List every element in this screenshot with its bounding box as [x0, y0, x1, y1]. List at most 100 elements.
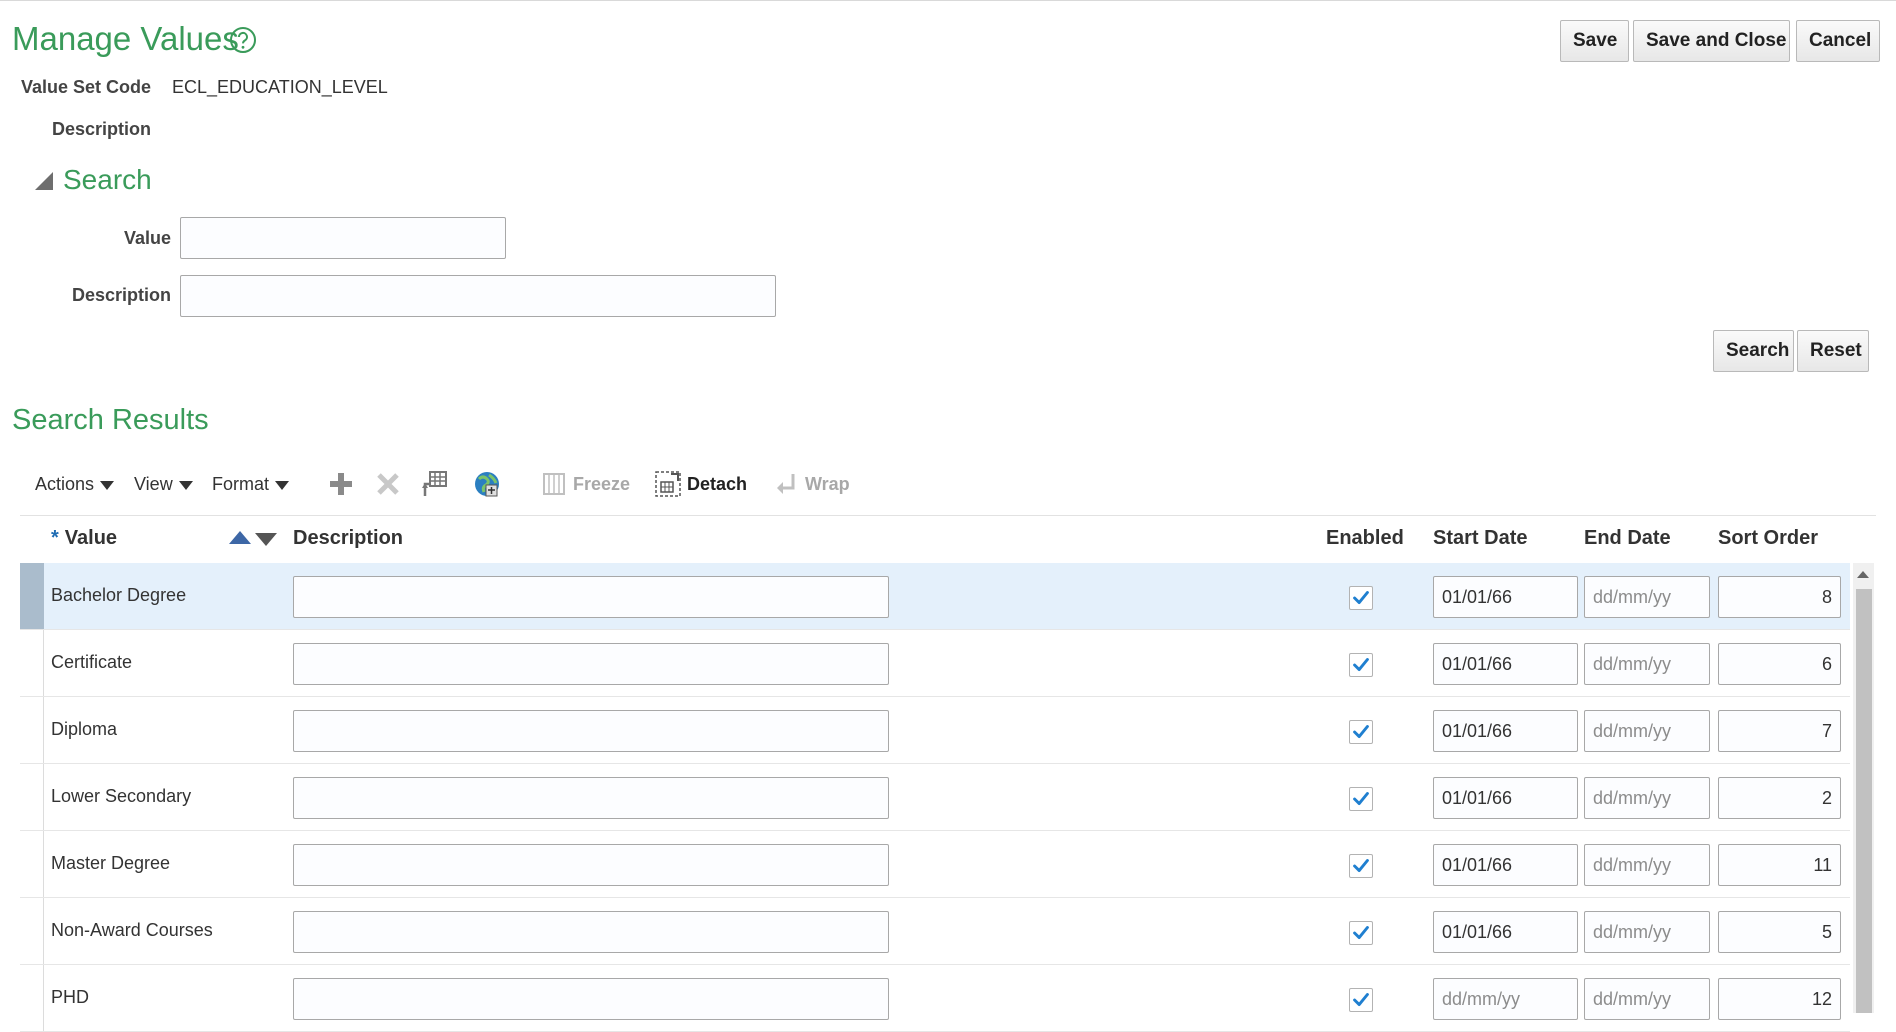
column-header-sort-order[interactable]: Sort Order	[1718, 527, 1818, 550]
table-row[interactable]: PHD	[20, 965, 1850, 1032]
view-menu[interactable]: View	[134, 473, 193, 495]
checkmark-icon	[1353, 725, 1369, 739]
enabled-checkbox[interactable]	[1349, 787, 1373, 811]
page-title: Manage Values	[12, 20, 239, 57]
scroll-up-arrow-icon[interactable]	[1857, 571, 1869, 578]
start-date-input[interactable]	[1433, 844, 1578, 886]
end-date-input[interactable]	[1584, 844, 1710, 886]
start-date-input[interactable]	[1433, 911, 1578, 953]
table-row[interactable]: Non-Award Courses	[20, 898, 1850, 965]
reset-button[interactable]: Reset	[1797, 330, 1869, 372]
export-grid-icon[interactable]	[421, 470, 449, 498]
start-date-input[interactable]	[1433, 576, 1578, 618]
chevron-down-icon	[178, 480, 193, 490]
row-header-selector[interactable]	[20, 630, 44, 696]
row-description-input[interactable]	[293, 710, 889, 752]
row-description-input[interactable]	[293, 911, 889, 953]
row-description-input[interactable]	[293, 643, 889, 685]
cancel-button[interactable]: Cancel	[1796, 20, 1880, 62]
actions-menu-label: Actions	[35, 474, 95, 494]
end-date-input[interactable]	[1584, 576, 1710, 618]
row-description-input[interactable]	[293, 777, 889, 819]
row-header-selector[interactable]	[20, 831, 44, 897]
search-description-label: Description	[72, 285, 172, 305]
end-date-input[interactable]	[1584, 911, 1710, 953]
sort-order-input[interactable]	[1718, 777, 1841, 819]
wrap-button: Wrap	[805, 474, 850, 494]
row-description-input[interactable]	[293, 978, 889, 1020]
end-date-input[interactable]	[1584, 710, 1710, 752]
end-date-input[interactable]	[1584, 978, 1710, 1020]
globe-translate-icon[interactable]	[473, 470, 501, 498]
help-icon[interactable]	[229, 26, 257, 54]
detach-icon[interactable]	[654, 470, 682, 498]
format-menu[interactable]: Format	[212, 473, 290, 495]
sort-descending-icon[interactable]	[255, 533, 277, 546]
search-value-input[interactable]	[180, 217, 506, 259]
checkmark-icon	[1353, 859, 1369, 873]
table-row[interactable]: Bachelor Degree	[20, 563, 1850, 630]
end-date-input[interactable]	[1584, 777, 1710, 819]
search-results-heading: Search Results	[12, 404, 209, 436]
table-row[interactable]: Diploma	[20, 697, 1850, 764]
checkmark-icon	[1353, 926, 1369, 940]
row-header-selector[interactable]	[20, 697, 44, 763]
search-heading: Search	[63, 164, 152, 195]
sort-order-input[interactable]	[1718, 576, 1841, 618]
table-row[interactable]: Certificate	[20, 630, 1850, 697]
search-collapse-toggle-icon[interactable]	[35, 172, 53, 190]
row-header-selector[interactable]	[20, 898, 44, 964]
row-description-input[interactable]	[293, 576, 889, 618]
start-date-input[interactable]	[1433, 643, 1578, 685]
sort-order-input[interactable]	[1718, 911, 1841, 953]
save-button[interactable]: Save	[1560, 20, 1629, 62]
wrap-icon	[777, 474, 795, 494]
description-label: Description	[52, 119, 152, 139]
search-description-input[interactable]	[180, 275, 776, 317]
freeze-icon	[543, 473, 565, 495]
enabled-checkbox[interactable]	[1349, 988, 1373, 1012]
enabled-checkbox[interactable]	[1349, 653, 1373, 677]
column-header-start-date[interactable]: Start Date	[1433, 527, 1527, 550]
checkmark-icon	[1353, 658, 1369, 672]
sort-order-input[interactable]	[1718, 643, 1841, 685]
value-cell: PHD	[51, 987, 90, 1007]
scrollbar-thumb[interactable]	[1856, 589, 1872, 1013]
sort-order-input[interactable]	[1718, 978, 1841, 1020]
row-header-selector[interactable]	[20, 965, 44, 1031]
chevron-down-icon	[275, 480, 290, 490]
detach-button[interactable]: Detach	[687, 473, 747, 495]
freeze-button: Freeze	[573, 474, 631, 494]
row-header-selector[interactable]	[20, 764, 44, 830]
save-and-close-button[interactable]: Save and Close	[1633, 20, 1790, 62]
required-star-icon: *	[51, 527, 59, 549]
actions-menu[interactable]: Actions	[35, 473, 115, 495]
enabled-checkbox[interactable]	[1349, 720, 1373, 744]
add-icon[interactable]	[327, 470, 355, 498]
table-row[interactable]: Lower Secondary	[20, 764, 1850, 831]
results-table-body: Bachelor Degree Certificate Diploma Lowe…	[20, 563, 1850, 1032]
row-header-selector[interactable]	[20, 563, 44, 629]
value-cell: Bachelor Degree	[51, 585, 187, 605]
table-row[interactable]: Master Degree	[20, 831, 1850, 898]
value-cell: Lower Secondary	[51, 786, 192, 806]
enabled-checkbox[interactable]	[1349, 586, 1373, 610]
column-header-value[interactable]: * Value	[51, 527, 117, 550]
delete-icon[interactable]	[374, 470, 402, 498]
sort-order-input[interactable]	[1718, 710, 1841, 752]
sort-ascending-icon[interactable]	[229, 531, 251, 544]
enabled-checkbox[interactable]	[1349, 854, 1373, 878]
value-set-code: ECL_EDUCATION_LEVEL	[172, 77, 388, 97]
row-description-input[interactable]	[293, 844, 889, 886]
start-date-input[interactable]	[1433, 978, 1578, 1020]
column-header-end-date[interactable]: End Date	[1584, 527, 1671, 550]
start-date-input[interactable]	[1433, 777, 1578, 819]
search-button[interactable]: Search	[1713, 330, 1794, 372]
value-set-code-label: Value Set Code	[21, 77, 152, 97]
column-header-enabled[interactable]: Enabled	[1326, 527, 1404, 550]
end-date-input[interactable]	[1584, 643, 1710, 685]
enabled-checkbox[interactable]	[1349, 921, 1373, 945]
sort-order-input[interactable]	[1718, 844, 1841, 886]
start-date-input[interactable]	[1433, 710, 1578, 752]
column-header-description[interactable]: Description	[293, 527, 403, 550]
